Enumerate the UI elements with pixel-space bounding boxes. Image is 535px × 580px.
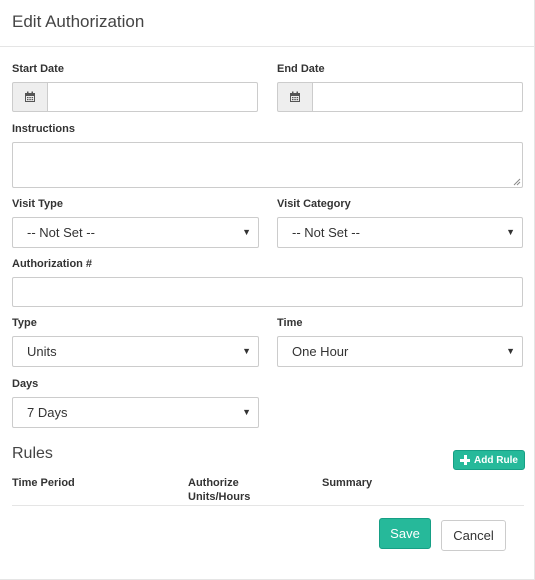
authorization-number-input[interactable] [12, 277, 523, 307]
time-label: Time [277, 317, 303, 329]
caret-down-icon: ▼ [242, 407, 251, 417]
column-header-authorize-units-hours: Authorize Units/Hours [188, 477, 251, 503]
column-header-summary: Summary [322, 477, 373, 489]
start-date-calendar-button[interactable] [12, 82, 48, 112]
instructions-label: Instructions [12, 123, 75, 135]
caret-down-icon: ▼ [242, 346, 251, 356]
end-date-calendar-button[interactable] [277, 82, 313, 112]
calendar-icon [290, 91, 300, 102]
visit-type-value: -- Not Set -- [27, 225, 95, 240]
caret-down-icon: ▼ [242, 227, 251, 237]
visit-category-select[interactable]: -- Not Set -- ▼ [277, 217, 523, 248]
visit-category-label: Visit Category [277, 198, 351, 210]
caret-down-icon: ▼ [506, 346, 515, 356]
modal-title: Edit Authorization [12, 12, 145, 31]
column-header-time-period: Time Period [12, 477, 75, 489]
end-date-label: End Date [277, 63, 325, 75]
add-rule-button[interactable]: Add Rule [453, 450, 525, 470]
cancel-button[interactable]: Cancel [441, 520, 506, 551]
edit-authorization-modal: Edit Authorization Start Date End Date I… [0, 0, 535, 580]
authorization-number-label: Authorization # [12, 258, 93, 270]
visit-type-select[interactable]: -- Not Set -- ▼ [12, 217, 259, 248]
table-divider [12, 505, 524, 506]
days-value: 7 Days [27, 405, 68, 420]
time-value: One Hour [292, 344, 349, 359]
resize-grip-icon[interactable] [513, 178, 521, 186]
days-label: Days [12, 378, 39, 390]
modal-header: Edit Authorization [0, 0, 535, 47]
start-date-input[interactable] [48, 82, 258, 112]
add-rule-label: Add Rule [474, 454, 518, 466]
visit-category-value: -- Not Set -- [292, 225, 360, 240]
days-select[interactable]: 7 Days ▼ [12, 397, 259, 428]
type-select[interactable]: Units ▼ [12, 336, 259, 367]
instructions-textarea[interactable] [12, 142, 523, 188]
visit-type-label: Visit Type [12, 198, 63, 210]
rules-title: Rules [12, 445, 53, 462]
end-date-input[interactable] [313, 82, 523, 112]
save-button[interactable]: Save [379, 518, 431, 549]
type-label: Type [12, 317, 37, 329]
time-select[interactable]: One Hour ▼ [277, 336, 523, 367]
caret-down-icon: ▼ [506, 227, 515, 237]
start-date-label: Start Date [12, 63, 64, 75]
plus-icon [460, 455, 471, 465]
calendar-icon [25, 91, 35, 102]
type-value: Units [27, 344, 57, 359]
